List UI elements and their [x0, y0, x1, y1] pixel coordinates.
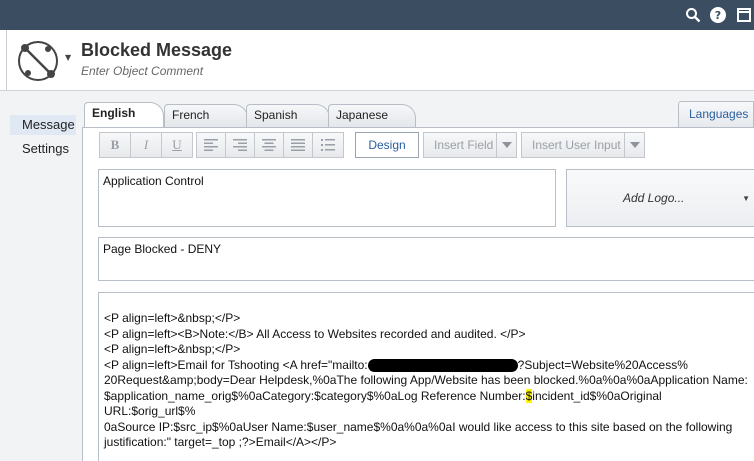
tab-label: Spanish	[254, 108, 298, 122]
tab-japanese[interactable]: Japanese	[328, 104, 416, 128]
tab-french[interactable]: French	[164, 104, 248, 128]
italic-button[interactable]: I	[130, 132, 162, 158]
object-comment-field[interactable]: Enter Object Comment	[81, 64, 203, 78]
help-glyph: ?	[710, 7, 726, 23]
message-body-editor[interactable]: <P align=left>&nbsp;</P> <P align=left><…	[98, 292, 754, 461]
tab-label: Japanese	[336, 108, 389, 122]
blocked-message-object-icon[interactable]	[15, 38, 61, 84]
align-justify-button[interactable]	[283, 132, 313, 158]
search-icon[interactable]	[684, 6, 702, 24]
code-line: <P align=left><B>Note:</B> All Access to…	[104, 326, 526, 341]
code-text: ?Subject=Website%20Access%	[517, 357, 688, 372]
tab-label: French	[172, 108, 210, 122]
code-line: <P align=left>&nbsp;</P>	[104, 342, 241, 356]
page-title: Blocked Message	[81, 40, 233, 60]
languages-button[interactable]: Languages	[678, 101, 754, 127]
code-line: justification:" target=_top ;?>Email</A>…	[104, 435, 337, 449]
align-right-icon	[233, 139, 247, 151]
bullet-list-button[interactable]	[312, 132, 344, 158]
code-text: $application_name_orig$%0aCategory:$cate…	[104, 388, 526, 403]
object-header: ▼ Blocked Message Enter Object Comment	[6, 30, 754, 90]
italic-label: I	[143, 137, 149, 152]
insert-field-label: Insert Field	[434, 138, 494, 152]
design-button[interactable]: Design	[355, 132, 419, 158]
redaction-mark	[367, 358, 518, 372]
add-logo-button[interactable]: Add Logo... ▼	[566, 169, 754, 227]
code-line: $application_name_orig$%0aCategory:$cate…	[104, 388, 754, 420]
underline-button[interactable]: U	[161, 132, 193, 158]
code-line: <P align=left>&nbsp;</P>	[104, 311, 241, 325]
help-icon[interactable]: ?	[709, 6, 727, 24]
chevron-down-icon	[624, 133, 644, 157]
app-titlebar: ?	[0, 0, 754, 30]
tab-english[interactable]: English	[84, 102, 164, 127]
align-center-button[interactable]	[254, 132, 284, 158]
code-line: 20Request&amp;body=Dear Helpdesk,%0aThe …	[104, 373, 748, 387]
tab-label: English	[92, 106, 136, 120]
add-logo-label: Add Logo...	[623, 191, 685, 205]
align-left-button[interactable]	[196, 132, 226, 158]
sidebar-item-settings[interactable]: Settings	[10, 139, 76, 159]
align-left-icon	[204, 139, 218, 151]
title-field[interactable]: Application Control	[98, 169, 556, 227]
subtitle-field[interactable]: Page Blocked - DENY	[98, 237, 754, 281]
code-line: 0aSource IP:$src_ip$%0aUser Name:$user_n…	[104, 419, 733, 434]
insert-field-dropdown[interactable]: Insert Field	[423, 132, 517, 158]
code-text: <P align=left>Email for Tshooting <A hre…	[104, 357, 368, 372]
sidebar-item-message[interactable]: Message	[10, 115, 76, 135]
chevron-down-icon: ▼	[742, 194, 750, 203]
insert-user-input-label: Insert User Input	[532, 138, 621, 152]
code-line: <P align=left>Email for Tshooting <A hre…	[104, 358, 754, 374]
align-justify-icon	[291, 139, 305, 151]
tab-spanish[interactable]: Spanish	[246, 104, 330, 128]
insert-user-input-dropdown[interactable]: Insert User Input	[521, 132, 645, 158]
maximize-icon[interactable]	[735, 6, 753, 24]
bold-label: B	[110, 137, 120, 152]
align-center-icon	[262, 139, 276, 151]
align-right-button[interactable]	[225, 132, 255, 158]
bullet-list-icon	[321, 139, 335, 151]
chevron-down-icon[interactable]: ▼	[65, 53, 71, 62]
chevron-down-icon	[496, 133, 516, 157]
underline-label: U	[172, 137, 182, 152]
bold-button[interactable]: B	[99, 132, 131, 158]
sidebar: Message Settings	[6, 91, 76, 461]
